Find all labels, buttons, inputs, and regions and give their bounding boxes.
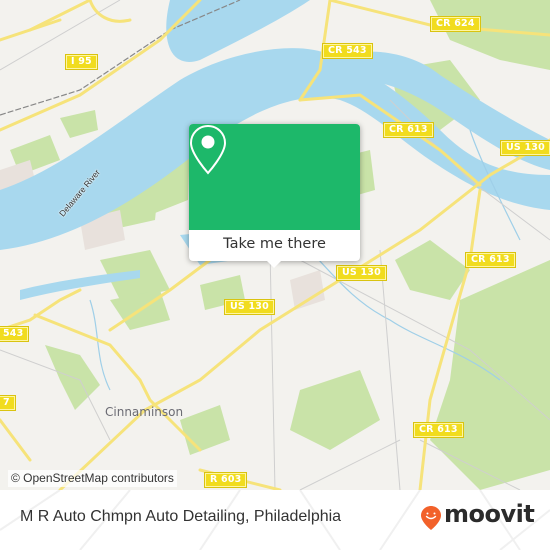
road-shield-us130: US 130 xyxy=(501,141,550,155)
road-shield-us130: US 130 xyxy=(337,266,386,280)
moovit-logo-icon xyxy=(421,506,441,530)
road-shield-partial: 7 xyxy=(0,396,15,410)
park-area xyxy=(290,370,380,450)
road-left xyxy=(0,418,32,462)
moovit-wordmark: moovit xyxy=(444,500,535,528)
road-shield-cr613: CR 613 xyxy=(466,253,515,267)
minor-road xyxy=(299,439,401,490)
moovit-logo[interactable]: moovit xyxy=(420,500,535,531)
popup-pointer xyxy=(266,260,282,268)
minor-road xyxy=(269,249,276,490)
map-view[interactable]: I 95 CR 543 CR 624 CR 613 US 130 CR 613 … xyxy=(0,0,550,490)
park-area xyxy=(60,110,98,138)
road-shield-cr543: CR 543 xyxy=(323,44,372,58)
road-shield-cr613: CR 613 xyxy=(384,123,433,137)
road-shield-i95: I 95 xyxy=(66,55,97,69)
industrial-area xyxy=(290,270,325,310)
minor-road xyxy=(379,249,401,490)
map-attribution[interactable]: © OpenStreetMap contributors xyxy=(8,470,177,487)
road-shield-us130: US 130 xyxy=(225,300,274,314)
park-area xyxy=(395,240,470,300)
park-area xyxy=(180,405,230,455)
place-label-cinnaminson: Cinnaminson xyxy=(105,405,184,419)
cr-road-west xyxy=(33,313,202,452)
footer-bar: M R Auto Chmpn Auto Detailing, Philadelp… xyxy=(0,490,550,550)
map-pin-icon xyxy=(189,124,227,175)
road-shield-cr603: R 603 xyxy=(205,473,247,487)
take-me-there-button[interactable]: Take me there xyxy=(189,230,360,261)
location-popup[interactable]: Take me there xyxy=(189,124,360,268)
road-shield-cr624: CR 624 xyxy=(431,17,480,31)
popup-header xyxy=(189,124,360,230)
cr543-road-left xyxy=(0,288,82,332)
road-shield-cr543: 543 xyxy=(0,327,29,341)
road-shield-cr613: CR 613 xyxy=(414,423,463,437)
place-title: M R Auto Chmpn Auto Detailing, Philadelp… xyxy=(20,508,342,525)
